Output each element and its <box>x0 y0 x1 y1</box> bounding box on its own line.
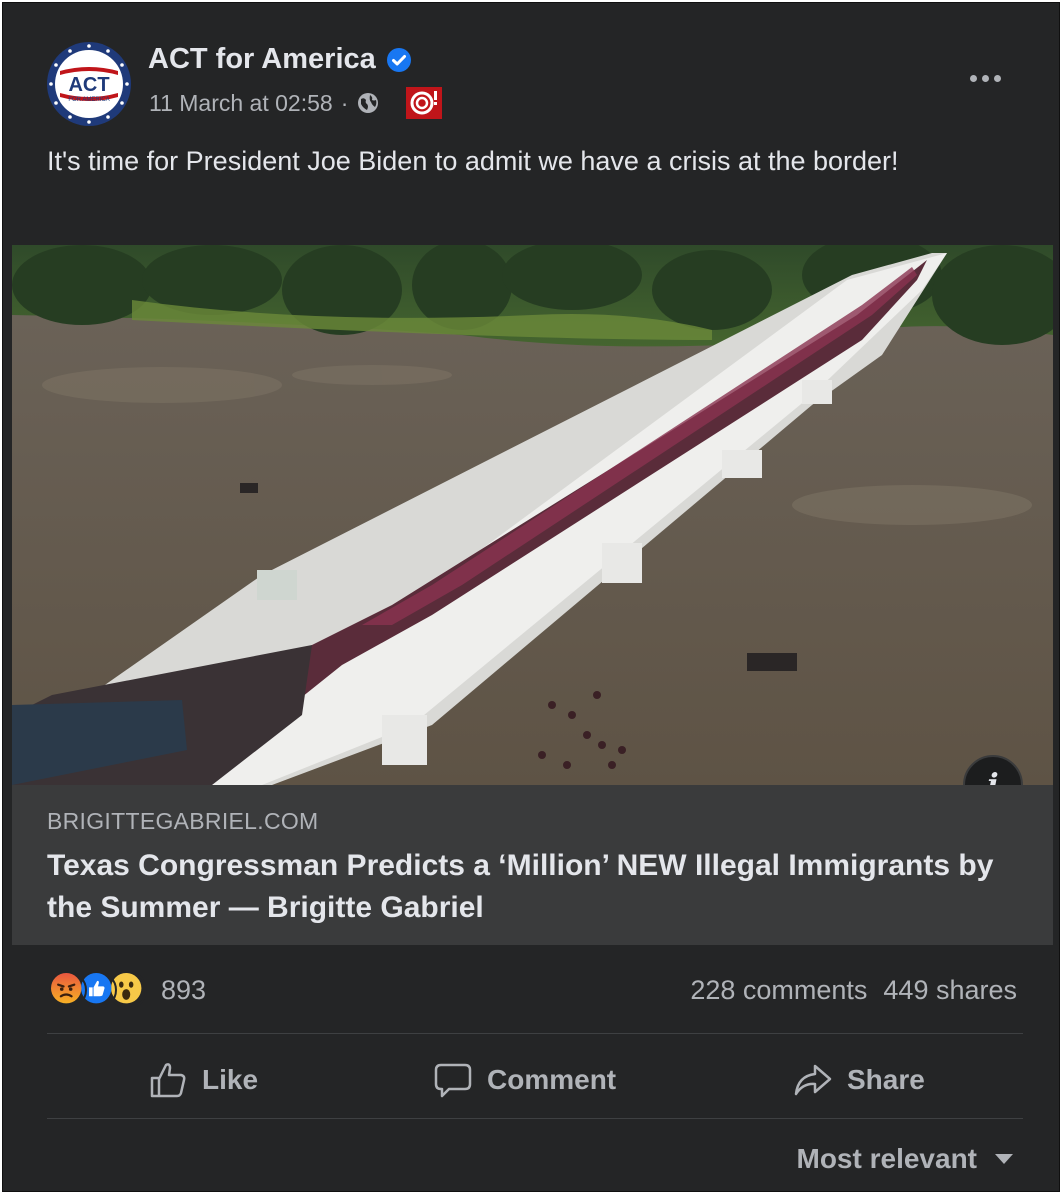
globe-icon <box>358 93 379 113</box>
like-label: Like <box>202 1064 259 1095</box>
reaction-count: 893 <box>161 974 207 1005</box>
post-card: ACT FOR AMERICA ACT for America 11 March… <box>2 2 1060 1192</box>
comments-count-link[interactable]: 228 comments <box>690 975 867 1006</box>
reactions-summary[interactable]: 893 <box>49 971 206 1009</box>
avatar-logo-text: ACT <box>68 74 109 96</box>
like-button[interactable]: Like <box>148 1057 258 1103</box>
comment-icon <box>434 1063 472 1098</box>
verified-badge-icon <box>386 47 411 72</box>
engagement-stats: 228 comments 449 shares <box>690 975 1017 1006</box>
link-domain: BRIGITTEGABRIEL.COM <box>47 808 319 834</box>
dot-icon <box>969 74 977 82</box>
page-name-row: ACT for America <box>148 43 412 76</box>
comment-label: Comment <box>487 1064 617 1095</box>
link-preview[interactable]: BRIGITTEGABRIEL.COM Texas Congressman Pr… <box>12 785 1053 945</box>
angry-icon <box>49 971 87 1009</box>
dot-icon <box>993 74 1001 82</box>
comment-button[interactable]: Comment <box>433 1057 616 1103</box>
comments-sort-dropdown[interactable]: Most relevant <box>796 1143 1013 1175</box>
post-text: It's time for President Joe Biden to adm… <box>47 146 899 176</box>
post-timestamp[interactable]: 11 March at 02:58 <box>149 90 333 117</box>
thumbs-up-icon <box>150 1063 186 1098</box>
dot-icon <box>981 74 989 82</box>
meta-separator: · <box>340 89 349 116</box>
link-preview-image[interactable] <box>12 245 1053 785</box>
page-avatar[interactable]: ACT FOR AMERICA <box>46 41 132 127</box>
more-options-button[interactable] <box>965 63 1005 93</box>
link-title: Texas Congressman Predicts a ‘Million’ N… <box>47 849 994 924</box>
sort-label: Most relevant <box>796 1143 978 1174</box>
share-arrow-icon <box>794 1064 832 1096</box>
page-name[interactable]: ACT for America <box>148 43 376 76</box>
divider <box>47 1033 1023 1034</box>
record-badge-icon <box>406 87 443 119</box>
share-button[interactable]: Share <box>793 1057 925 1103</box>
divider <box>47 1118 1023 1119</box>
share-label: Share <box>847 1064 925 1095</box>
shares-count-link[interactable]: 449 shares <box>883 975 1017 1006</box>
avatar-logo-subtext: FOR AMERICA <box>68 97 109 103</box>
caret-down-icon <box>995 1154 1013 1164</box>
post-meta: 11 March at 02:58 · <box>149 87 443 119</box>
